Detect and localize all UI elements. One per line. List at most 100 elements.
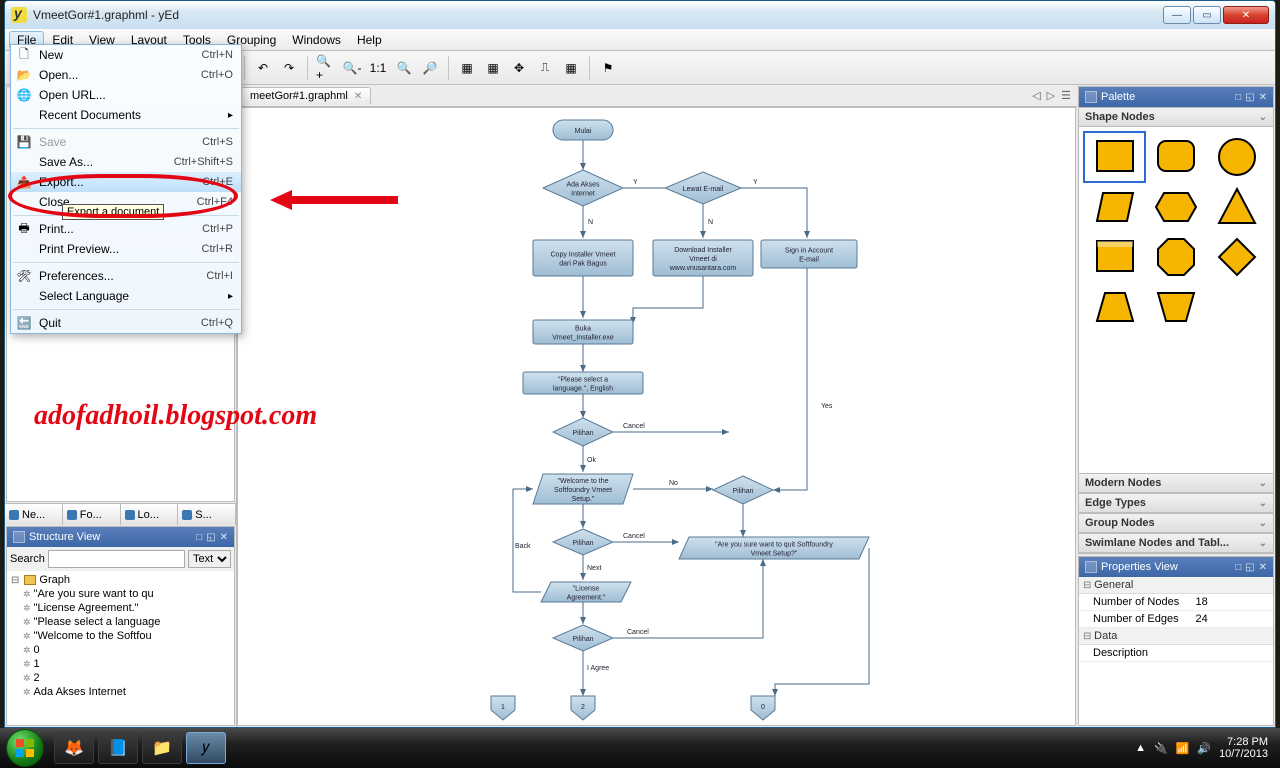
- taskbar-yed[interactable]: 𝑦: [186, 732, 226, 764]
- palette-section-swimlane[interactable]: Swimlane Nodes and Tabl...⌄: [1079, 533, 1273, 553]
- structure-tree[interactable]: Graph "Are you sure want to qu"License A…: [7, 571, 234, 725]
- start-button[interactable]: [6, 729, 44, 767]
- menu-item-export-[interactable]: 📤Export...Ctrl+E: [11, 172, 241, 192]
- tb-undo[interactable]: ↶: [252, 57, 274, 79]
- menu-item-select-language[interactable]: Select Language▸: [11, 286, 241, 306]
- tb-zoom-in[interactable]: 🔍+: [315, 57, 337, 79]
- shape-triangle[interactable]: [1210, 185, 1265, 229]
- svg-text:Agreement.": Agreement.": [567, 595, 606, 602]
- svg-text:Cancel: Cancel: [627, 629, 649, 636]
- tab-list-icon[interactable]: ☰: [1061, 89, 1071, 102]
- menu-windows[interactable]: Windows: [284, 31, 349, 49]
- menu-item-print-preview-[interactable]: Print Preview...Ctrl+R: [11, 239, 241, 259]
- tb-zoom-11[interactable]: 1:1: [367, 57, 389, 79]
- shape-roundrect[interactable]: [1148, 135, 1203, 179]
- svg-text:Internet: Internet: [571, 191, 595, 198]
- taskbar-explorer[interactable]: 📁: [142, 732, 182, 764]
- menu-help[interactable]: Help: [349, 31, 390, 49]
- shape-octagon[interactable]: [1148, 235, 1203, 279]
- menu-item-new[interactable]: 🗋NewCtrl+N: [11, 45, 241, 65]
- menu-item-quit[interactable]: 🔚QuitCtrl+Q: [11, 313, 241, 333]
- svg-text:Pilihan: Pilihan: [572, 636, 593, 643]
- svg-text:Copy Installer Vmeet: Copy Installer Vmeet: [551, 252, 616, 259]
- shape-rect3d[interactable]: [1087, 235, 1142, 279]
- svg-text:Setup.": Setup.": [572, 496, 595, 503]
- svg-text:Next: Next: [587, 565, 601, 572]
- tree-node[interactable]: 2: [9, 671, 232, 685]
- svg-text:0: 0: [761, 704, 765, 711]
- maximize-button[interactable]: ▭: [1193, 6, 1221, 24]
- shape-hexagon[interactable]: [1148, 185, 1203, 229]
- search-mode-select[interactable]: Text: [188, 550, 231, 568]
- tab-prev-icon[interactable]: ◁: [1032, 89, 1040, 102]
- palette-section-shapes[interactable]: Shape Nodes⌄: [1079, 107, 1273, 127]
- svg-text:Pilihan: Pilihan: [572, 430, 593, 437]
- tree-node[interactable]: "License Agreement.": [9, 601, 232, 615]
- menu-item-print-[interactable]: 🖶Print...Ctrl+P: [11, 219, 241, 239]
- menu-item-save-as-[interactable]: Save As...Ctrl+Shift+S: [11, 152, 241, 172]
- menu-item-open-url-[interactable]: 🌐Open URL...: [11, 85, 241, 105]
- tray-power-icon[interactable]: 🔌: [1154, 742, 1168, 755]
- tab-local[interactable]: Lo...: [121, 504, 179, 525]
- palette-section-modern[interactable]: Modern Nodes⌄: [1079, 473, 1273, 493]
- palette-section-groups[interactable]: Group Nodes⌄: [1079, 513, 1273, 533]
- tb-fit[interactable]: ▦: [456, 57, 478, 79]
- search-input[interactable]: [48, 550, 185, 568]
- tb-layout[interactable]: ⚑: [597, 57, 619, 79]
- menu-item-preferences-[interactable]: 🛠Preferences...Ctrl+I: [11, 266, 241, 286]
- tb-select[interactable]: ▦: [482, 57, 504, 79]
- shape-diamond[interactable]: [1210, 235, 1265, 279]
- shape-ellipse[interactable]: [1210, 135, 1265, 179]
- tb-grid[interactable]: ▦: [560, 57, 582, 79]
- tree-node[interactable]: "Are you sure want to qu: [9, 587, 232, 601]
- panel-close-icon[interactable]: ✕: [220, 532, 228, 543]
- taskbar-word[interactable]: 📘: [98, 732, 138, 764]
- system-tray: ▲ 🔌 📶 🔊 7:28 PM 10/7/2013: [1135, 736, 1274, 760]
- taskbar-firefox[interactable]: 🦊: [54, 732, 94, 764]
- panel-max-icon[interactable]: ◱: [206, 532, 215, 543]
- menu-item-save[interactable]: 💾SaveCtrl+S: [11, 132, 241, 152]
- tree-node[interactable]: "Welcome to the Softfou: [9, 629, 232, 643]
- tab-s[interactable]: S...: [178, 504, 236, 525]
- tb-zoom-sel[interactable]: 🔎: [419, 57, 441, 79]
- tab-folders[interactable]: Fo...: [63, 504, 121, 525]
- svg-text:language.", English: language.", English: [553, 386, 613, 393]
- close-button[interactable]: ✕: [1223, 6, 1269, 24]
- menu-item-recent-documents[interactable]: Recent Documents▸: [11, 105, 241, 125]
- properties-panel: Properties View □◱✕ GeneralNumber of Nod…: [1078, 556, 1274, 726]
- panel-pin-icon[interactable]: □: [196, 532, 202, 543]
- tb-ortho[interactable]: ⎍: [534, 57, 556, 79]
- tray-clock[interactable]: 7:28 PM 10/7/2013: [1219, 736, 1268, 760]
- tb-move[interactable]: ✥: [508, 57, 530, 79]
- tree-node[interactable]: 1: [9, 657, 232, 671]
- search-label: Search: [10, 553, 45, 565]
- svg-text:2: 2: [581, 704, 585, 711]
- svg-text:Cancel: Cancel: [623, 533, 645, 540]
- menu-item-open-[interactable]: 📂Open...Ctrl+O: [11, 65, 241, 85]
- document-tab[interactable]: meetGor#1.graphml ✕: [241, 87, 371, 104]
- tab-neighborhood[interactable]: Ne...: [5, 504, 63, 525]
- tree-node[interactable]: 0: [9, 643, 232, 657]
- tab-next-icon[interactable]: ▷: [1047, 89, 1055, 102]
- right-column: Palette □◱✕ Shape Nodes⌄: [1077, 85, 1275, 727]
- shape-trapezoid2[interactable]: [1148, 285, 1203, 329]
- graph-canvas[interactable]: MulaiAda AksesInternetNYLewat E-mailNYCo…: [237, 107, 1076, 726]
- svg-text:Ada Akses: Ada Akses: [566, 182, 600, 189]
- tray-flag-icon[interactable]: ▲: [1135, 742, 1146, 754]
- svg-text:Lewat E-mail: Lewat E-mail: [683, 186, 724, 193]
- minimize-button[interactable]: —: [1163, 6, 1191, 24]
- shape-parallelogram[interactable]: [1087, 185, 1142, 229]
- close-tab-icon[interactable]: ✕: [354, 91, 362, 102]
- tree-node[interactable]: "Please select a language: [9, 615, 232, 629]
- tree-root[interactable]: Graph: [9, 573, 232, 587]
- tb-redo[interactable]: ↷: [278, 57, 300, 79]
- tb-zoom-out[interactable]: 🔍-: [341, 57, 363, 79]
- shape-trapezoid[interactable]: [1087, 285, 1142, 329]
- tb-zoom-fit[interactable]: 🔍: [393, 57, 415, 79]
- shape-rect[interactable]: [1087, 135, 1142, 179]
- tree-node[interactable]: Ada Akses Internet: [9, 685, 232, 699]
- tray-network-icon[interactable]: 📶: [1176, 742, 1190, 755]
- palette-section-edges[interactable]: Edge Types⌄: [1079, 493, 1273, 513]
- tray-sound-icon[interactable]: 🔊: [1197, 742, 1211, 755]
- palette-title: Palette □◱✕: [1079, 87, 1273, 107]
